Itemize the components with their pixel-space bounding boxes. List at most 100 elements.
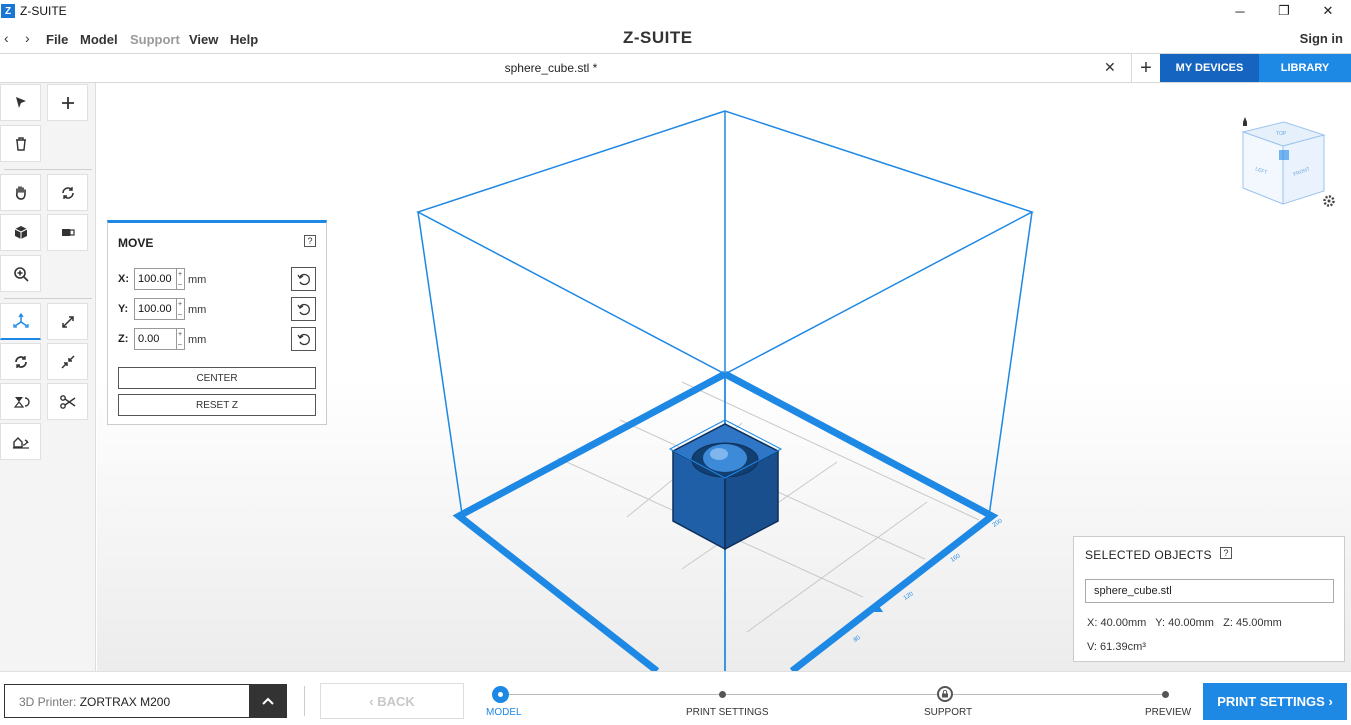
file-tab[interactable]: sphere_cube.stl * ✕ — [96, 54, 1131, 82]
bed-tick-label: 200 — [992, 518, 1004, 529]
move-axes-icon — [12, 312, 29, 328]
viewport-settings-icon[interactable] — [1323, 195, 1335, 207]
step-support-label[interactable]: SUPPORT — [924, 707, 972, 718]
menu-view[interactable]: View — [189, 32, 218, 47]
sign-in-link[interactable]: Sign in — [1300, 31, 1343, 46]
menu-support[interactable]: Support — [130, 32, 180, 47]
reset-y-button[interactable] — [291, 297, 316, 321]
selected-object-name[interactable]: sphere_cube.stl — [1085, 579, 1334, 603]
tab-library[interactable]: LIBRARY — [1259, 54, 1351, 82]
printer-name: ZORTRAX M200 — [79, 695, 171, 709]
print-settings-button[interactable]: PRINT SETTINGS › — [1203, 683, 1347, 720]
z-stepper[interactable]: + – — [176, 328, 185, 350]
workflow-progress-line — [500, 694, 1166, 695]
chevron-up-icon — [262, 697, 274, 705]
step-model-label[interactable]: MODEL — [486, 707, 522, 718]
printer-selector[interactable]: 3D Printer: ZORTRAX M200 — [4, 684, 250, 718]
minimize-button[interactable]: ─ — [1217, 0, 1263, 22]
zoom-fit-button[interactable] — [0, 255, 41, 292]
cut-tool-button[interactable] — [47, 383, 88, 420]
add-model-button[interactable] — [47, 84, 88, 121]
cube-icon — [14, 225, 27, 239]
close-tab-icon[interactable]: ✕ — [1104, 59, 1116, 76]
select-tool-button[interactable] — [0, 84, 41, 121]
window-title: Z-SUITE — [20, 4, 67, 18]
place-on-bed-button[interactable] — [0, 423, 41, 460]
printer-dropdown-toggle[interactable] — [249, 684, 287, 718]
menu-model[interactable]: Model — [80, 32, 118, 47]
step-print-settings-label[interactable]: PRINT SETTINGS — [686, 707, 769, 718]
restore-button[interactable]: ❐ — [1261, 0, 1307, 22]
rotate-tool-button[interactable] — [0, 343, 41, 380]
view-cube[interactable]: TOP LEFT FRONT — [1241, 117, 1326, 205]
x-stepper[interactable]: + – — [176, 268, 185, 290]
menu-help[interactable]: Help — [230, 32, 258, 47]
back-button[interactable]: ‹ BACK — [320, 683, 464, 719]
selected-objects-panel: SELECTED OBJECTS ? sphere_cube.stl X: 40… — [1073, 536, 1345, 662]
shrink-tool-button[interactable] — [47, 343, 88, 380]
file-tab-label: sphere_cube.stl * — [504, 61, 598, 75]
selected-objects-title: SELECTED OBJECTS — [1085, 548, 1212, 562]
side-view-icon — [61, 228, 75, 236]
bed-tick-label: 160 — [950, 553, 962, 564]
scale-tool-button[interactable] — [47, 303, 88, 340]
bottom-divider — [304, 686, 305, 716]
rotate-view-icon — [61, 186, 74, 199]
x-position-input[interactable]: 100.00 — [134, 268, 177, 290]
step-model-indicator[interactable] — [492, 686, 509, 703]
side-view-button[interactable] — [47, 214, 88, 251]
move-tool-button[interactable] — [0, 303, 41, 340]
pan-tool-button[interactable] — [0, 174, 41, 211]
hand-icon — [15, 185, 26, 200]
app-logo-icon: Z — [1, 4, 15, 18]
step-print-settings-indicator[interactable] — [719, 691, 726, 698]
z-position-input[interactable]: 0.00 — [134, 328, 177, 350]
reset-z-axis-button[interactable] — [291, 327, 316, 351]
reset-z-button[interactable]: RESET Z — [118, 394, 316, 416]
undo-icon — [297, 333, 310, 346]
object-dimensions: X: 40.00mm Y: 40.00mm Z: 45.00mm — [1087, 617, 1282, 629]
y-stepper[interactable]: + – — [176, 298, 185, 320]
flip-tool-button[interactable] — [0, 383, 41, 420]
reset-x-button[interactable] — [291, 267, 316, 291]
move-help-icon[interactable]: ? — [304, 235, 316, 247]
bed-tick-label: 120 — [903, 591, 915, 602]
toolbar-divider — [4, 298, 92, 299]
step-preview-indicator[interactable] — [1162, 691, 1169, 698]
z-unit: mm — [188, 334, 207, 346]
shrink-icon — [60, 354, 75, 369]
menu-file[interactable]: File — [46, 32, 68, 47]
close-window-button[interactable]: ✕ — [1305, 0, 1351, 22]
expand-icon — [61, 315, 74, 328]
home-view-icon — [1243, 117, 1247, 126]
move-panel: MOVE ? X: 100.00 + – mm Y: 100.00 + – mm Z… — [107, 220, 327, 425]
model-sphere-cube — [668, 419, 783, 551]
nav-forward-icon[interactable]: › — [25, 30, 30, 46]
toolbar-divider — [4, 169, 92, 170]
tab-my-devices[interactable]: MY DEVICES — [1160, 54, 1259, 82]
printer-prefix: 3D Printer: — [19, 695, 80, 709]
plus-icon — [61, 96, 74, 109]
brand-logo: Z-SUITE — [623, 28, 693, 47]
add-tab-button[interactable]: + — [1131, 54, 1160, 82]
bottom-bar: 3D Printer: ZORTRAX M200 ‹ BACK MODEL PR… — [0, 671, 1351, 725]
delete-button[interactable] — [0, 125, 41, 162]
center-button[interactable]: CENTER — [118, 367, 316, 389]
tool-sidebar — [0, 83, 96, 671]
nav-back-icon[interactable]: ‹ — [4, 30, 9, 46]
flip-icon — [13, 396, 30, 408]
rotate-view-button[interactable] — [47, 174, 88, 211]
z-label: Z: — [118, 333, 129, 345]
iso-view-button[interactable] — [0, 214, 41, 251]
y-unit: mm — [188, 304, 207, 316]
step-support-indicator[interactable] — [937, 686, 953, 702]
selected-help-icon[interactable]: ? — [1220, 547, 1232, 559]
undo-icon — [297, 273, 310, 286]
tab-bar: sphere_cube.stl * ✕ + MY DEVICES LIBRARY — [0, 54, 1351, 83]
undo-icon — [297, 303, 310, 316]
y-label: Y: — [118, 303, 129, 315]
place-on-bed-icon — [12, 436, 29, 449]
cursor-icon — [15, 96, 26, 108]
y-position-input[interactable]: 100.00 — [134, 298, 177, 320]
step-preview-label[interactable]: PREVIEW — [1145, 707, 1191, 718]
